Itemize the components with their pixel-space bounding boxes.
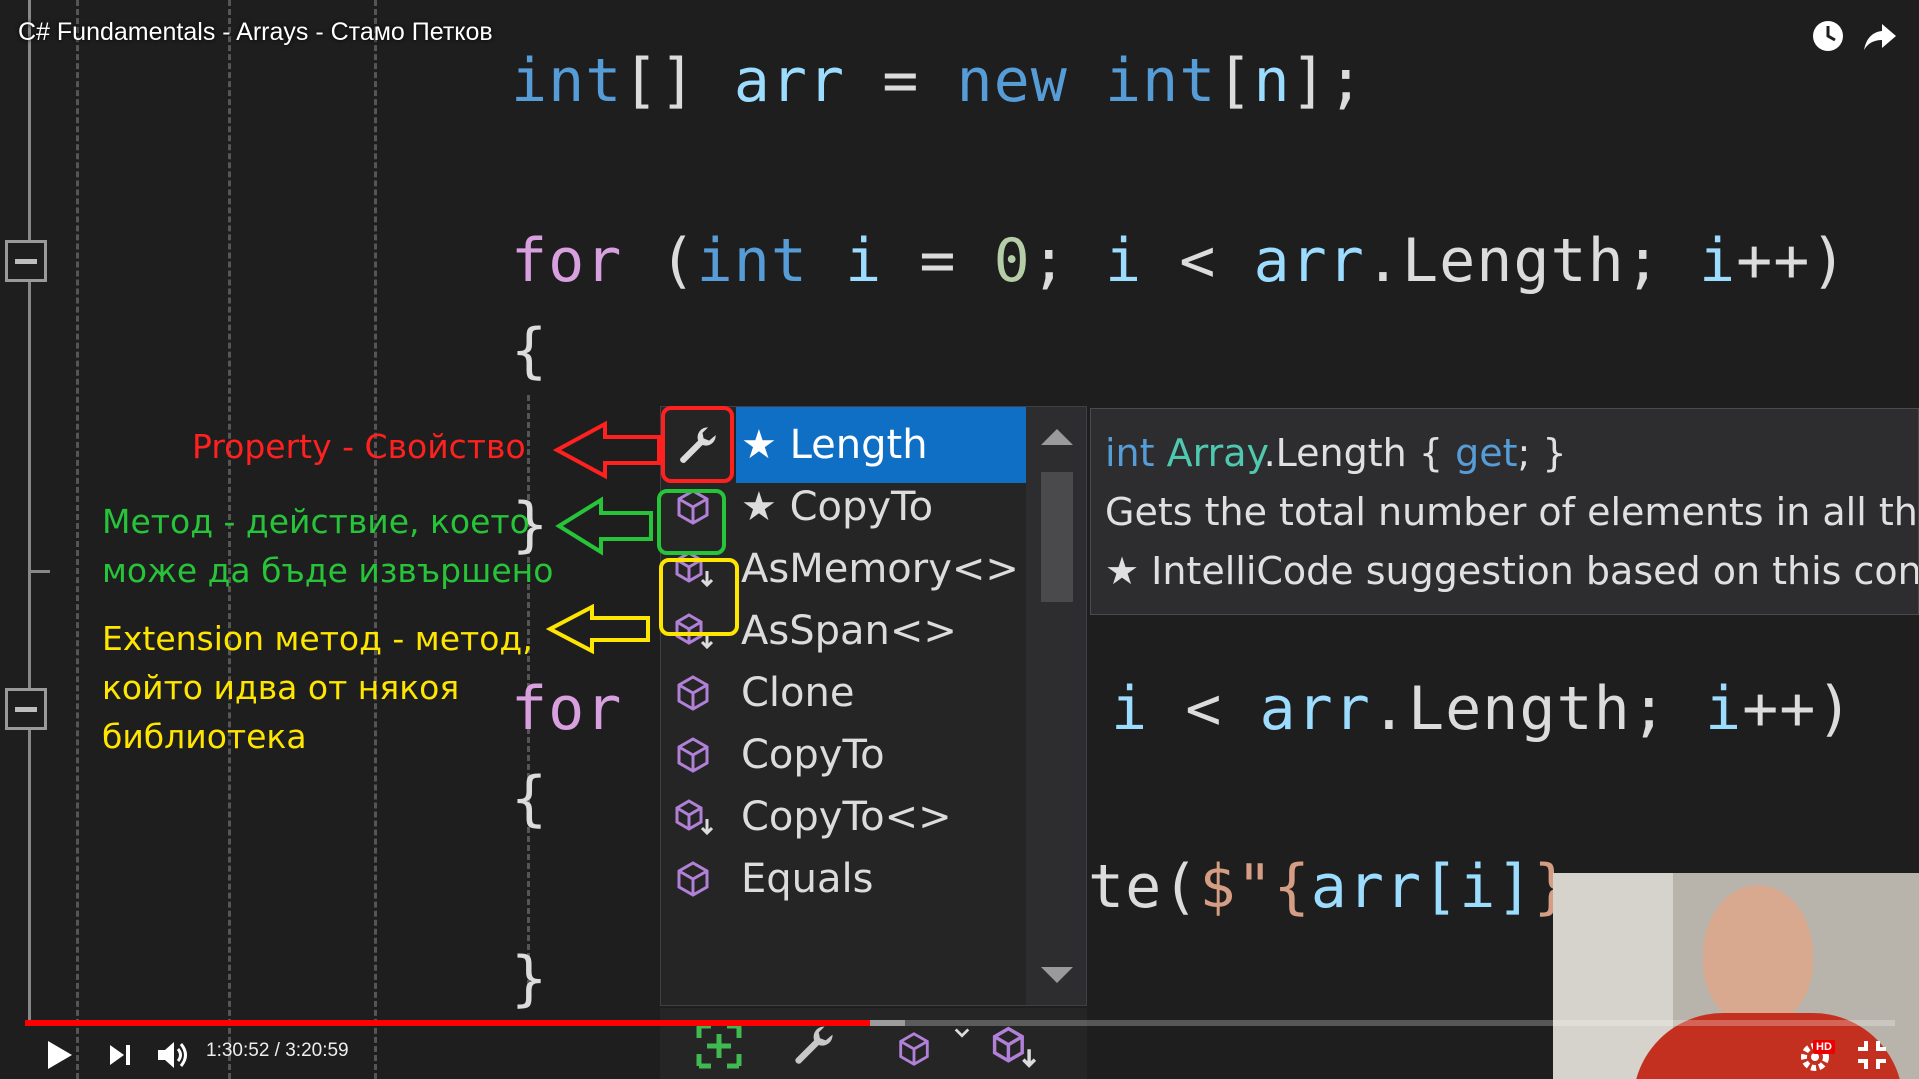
code-token: for	[511, 226, 623, 296]
tooltip-sig-get: get	[1455, 431, 1518, 475]
extension-filter-icon[interactable]	[990, 1024, 1036, 1070]
code-token: i	[1704, 674, 1743, 744]
fold-collapse-icon[interactable]	[5, 688, 47, 730]
annotation-extension-line1: Extension метод - метод,	[102, 619, 533, 658]
code-token: arr	[1253, 226, 1365, 296]
playback-time: 1:30:52 / 3:20:59	[206, 1040, 349, 1061]
code-brace-open: {	[511, 764, 549, 834]
next-icon[interactable]	[100, 1035, 140, 1075]
code-token: ++)	[1736, 226, 1848, 296]
code-token: (	[622, 226, 697, 296]
code-token: arr	[733, 46, 846, 116]
property-highlight-box	[661, 406, 734, 483]
code-token: te(	[1088, 852, 1200, 922]
add-filter-icon[interactable]	[693, 1020, 745, 1072]
completion-item-equals[interactable]: Equals	[661, 841, 1026, 917]
annotation-method-line1: Метод - действие, което	[102, 502, 530, 541]
tooltip-sig-brace: {	[1406, 431, 1456, 475]
red-arrow-icon	[553, 420, 661, 480]
code-token: .Length;	[1364, 226, 1699, 296]
code-token: ++)	[1742, 674, 1854, 744]
clock-icon[interactable]	[1810, 18, 1846, 54]
code-token: $"{	[1199, 852, 1311, 922]
scroll-up-icon[interactable]	[1041, 429, 1073, 445]
code-token: new	[956, 46, 1068, 116]
volume-icon[interactable]	[152, 1035, 192, 1075]
code-token: arr[i]	[1310, 852, 1534, 922]
code-token: 0	[993, 226, 1031, 296]
annotation-method-line2: може да бъде извършено	[102, 551, 554, 590]
code-token: ;	[1030, 226, 1105, 296]
method-highlight-box	[657, 489, 726, 555]
code-token: ];	[1290, 46, 1365, 116]
code-token: []	[622, 46, 734, 116]
share-icon[interactable]	[1862, 18, 1898, 54]
presenter-head	[1703, 885, 1813, 1025]
wrench-filter-icon[interactable]	[790, 1022, 836, 1068]
method-cube-icon	[677, 861, 709, 897]
code-brace-close: }	[511, 944, 549, 1014]
code-token: =	[882, 226, 994, 296]
code-token: <	[1148, 674, 1260, 744]
progress-played[interactable]	[25, 1020, 871, 1026]
play-icon[interactable]	[38, 1035, 78, 1075]
method-cube-icon	[677, 675, 709, 711]
exit-fullscreen-icon[interactable]	[1852, 1035, 1892, 1075]
code-token: n	[1253, 46, 1291, 116]
tooltip-sig-keyword: int	[1105, 431, 1155, 475]
code-token: i	[845, 226, 883, 296]
code-line-array-decl: int[] arr = new int[n];	[511, 46, 1365, 116]
extension-method-icon	[675, 799, 713, 836]
code-token: int	[1105, 46, 1217, 116]
fold-collapse-icon[interactable]	[5, 240, 47, 282]
code-line-write: te($"{arr[i]}	[1088, 852, 1571, 922]
code-line-for-loop: for (int i = 0; i < arr.Length; i++)	[511, 226, 1847, 296]
scrollbar-thumb[interactable]	[1041, 472, 1073, 602]
code-token: .Length;	[1370, 674, 1705, 744]
indent-guide	[76, 0, 79, 1079]
annotation-property: Property - Свойство	[192, 427, 526, 466]
hd-badge: HD	[1813, 1040, 1835, 1054]
video-title: C# Fundamentals - Arrays - Стамо Петков	[18, 18, 493, 46]
code-token: int	[511, 46, 623, 116]
tooltip-sig-type: Array	[1166, 431, 1264, 475]
code-token: i	[1111, 674, 1149, 744]
code-token: =	[845, 46, 957, 116]
code-token: i	[1698, 226, 1737, 296]
tooltip-description: Gets the total number of elements in all…	[1105, 490, 1919, 534]
code-token: <	[1142, 226, 1254, 296]
fold-line	[28, 0, 31, 1020]
green-arrow-icon	[555, 496, 653, 556]
completion-item-label: Equals	[741, 856, 874, 902]
chevron-down-icon[interactable]	[953, 1024, 971, 1042]
annotation-extension-line3: библиотека	[102, 717, 307, 756]
tooltip-signature: int Array.Length { get; }	[1105, 431, 1567, 475]
code-for-keyword: for	[511, 674, 623, 744]
code-token: i	[1105, 226, 1143, 296]
code-token: int	[696, 226, 808, 296]
scroll-down-icon[interactable]	[1041, 967, 1073, 983]
quick-info-tooltip: int Array.Length { get; } Gets the total…	[1090, 408, 1919, 615]
code-token: arr	[1259, 674, 1371, 744]
tooltip-sig-brace: ; }	[1517, 431, 1567, 475]
code-token: [	[1216, 46, 1254, 116]
fold-tick	[28, 570, 50, 573]
video-frame[interactable]: int[] arr = new int[n]; for (int i = 0; …	[0, 0, 1919, 1079]
annotation-extension-line2: който идва от някоя	[102, 668, 460, 707]
code-for-loop-rest: i < arr.Length; i++)	[1111, 674, 1853, 744]
tooltip-intellicode: ★ IntelliCode suggestion based on this c…	[1105, 549, 1919, 593]
cube-filter-icon[interactable]	[895, 1030, 933, 1068]
completion-filter-bar	[660, 1008, 1087, 1079]
code-brace-open: {	[511, 316, 549, 386]
method-cube-icon	[677, 737, 709, 773]
yellow-arrow-icon	[546, 604, 650, 654]
extension-highlight-box	[659, 558, 739, 636]
tooltip-sig-member: .Length	[1263, 431, 1407, 475]
